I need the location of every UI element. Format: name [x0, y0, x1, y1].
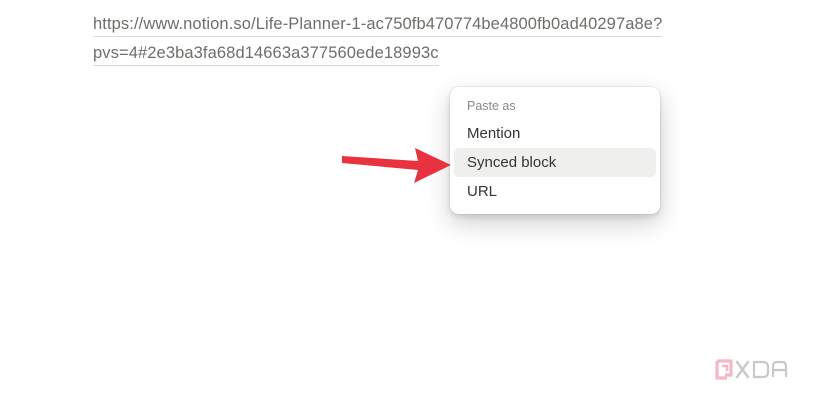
- red-arrow-pointing-right-icon: [342, 148, 451, 183]
- xda-logo-icon: [715, 358, 789, 381]
